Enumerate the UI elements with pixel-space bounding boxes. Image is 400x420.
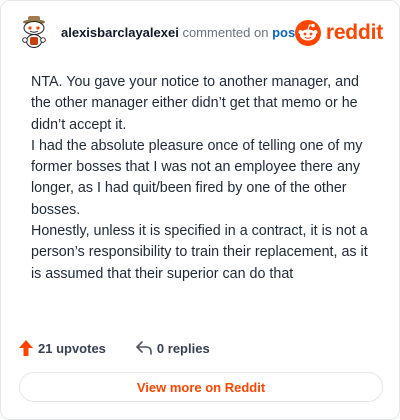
comment-stats: 21 upvotes 0 replies (19, 338, 210, 358)
view-more-button[interactable]: View more on Reddit (19, 372, 383, 402)
upvote-arrow-icon (19, 340, 33, 356)
comment-card: alexisbarclayalexei commented on post re… (0, 0, 400, 420)
snoo-avatar-icon[interactable] (19, 15, 49, 49)
comment-author[interactable]: alexisbarclayalexei (61, 25, 179, 40)
replies-stat[interactable]: 0 replies (136, 341, 210, 356)
comment-paragraph: I had the absolute pleasure once of tell… (31, 137, 363, 218)
comment-byline: alexisbarclayalexei commented on post (61, 25, 300, 41)
reddit-brand[interactable]: reddit (294, 20, 383, 46)
reddit-logo-icon (294, 20, 321, 46)
byline-action: commented on (182, 25, 269, 40)
reply-icon (136, 341, 152, 355)
upvotes-count: 21 upvotes (38, 340, 106, 356)
comment-paragraph: Honestly, unless it is specified in a co… (31, 223, 368, 282)
comment-paragraph: NTA. You gave your notice to another man… (31, 74, 359, 133)
comment-header: alexisbarclayalexei commented on post re… (19, 15, 383, 51)
reddit-wordmark: reddit (325, 21, 383, 44)
replies-count: 0 replies (156, 340, 210, 356)
upvotes-stat[interactable]: 21 upvotes (19, 340, 106, 356)
comment-body: NTA. You gave your notice to another man… (31, 72, 376, 285)
